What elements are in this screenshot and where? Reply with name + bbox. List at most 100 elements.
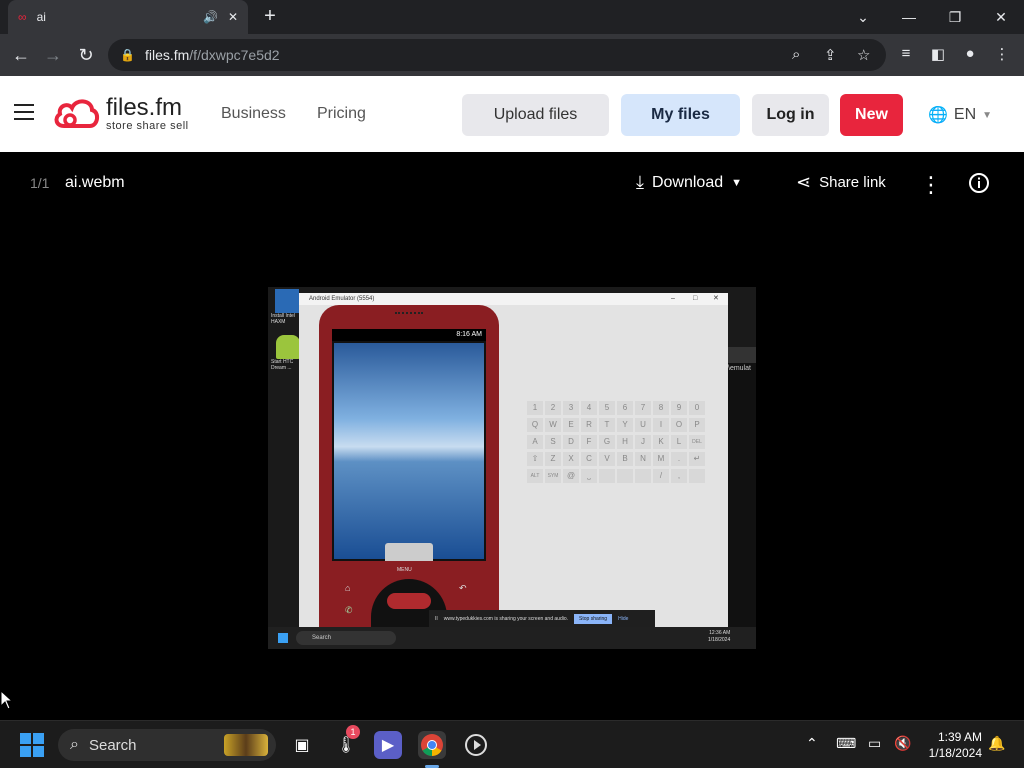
nav-pricing[interactable]: Pricing <box>317 105 366 123</box>
bookmark-star-icon[interactable]: ☆ <box>857 46 870 64</box>
address-bar[interactable]: 🔒 files.fm /f/dxwpc7e5d2 ⌕ ⇪ ☆ <box>108 39 886 71</box>
emu-minimize-icon: – <box>671 295 675 302</box>
mini-start-icon <box>278 633 288 643</box>
close-window-button[interactable]: ✕ <box>978 0 1024 34</box>
hamburger-menu-icon[interactable] <box>14 104 34 122</box>
minimize-button[interactable]: — <box>886 0 932 34</box>
notification-bell-icon[interactable]: 🔔 <box>988 735 1005 752</box>
download-button[interactable]: ⤓ Download ▼ <box>636 172 742 193</box>
emulator-key: B <box>617 452 633 466</box>
tray-chevron-icon[interactable]: ⌃ <box>806 735 818 752</box>
back-arrow-icon: ↶ <box>459 583 467 593</box>
task-view-icon[interactable]: ▣ <box>288 731 316 759</box>
share-link-button[interactable]: ⋖ Share link <box>796 172 886 193</box>
terminal-text: \emulat <box>728 365 751 372</box>
emu-close-icon: ✕ <box>713 295 719 302</box>
emulator-key: ⇧ <box>527 452 543 466</box>
emulator-title: Android Emulator (5554) <box>309 296 375 302</box>
emulator-key: I <box>653 418 669 432</box>
emu-maximize-icon: □ <box>693 295 698 302</box>
share-notice-text: www.typedukkies.com is sharing your scre… <box>443 616 569 622</box>
side-panel-icon[interactable]: ◧ <box>928 45 948 65</box>
teams-meet-icon[interactable]: ▶ <box>374 731 402 759</box>
new-button[interactable]: New <box>840 94 903 136</box>
haxm-desktop-icon <box>275 289 299 313</box>
emulator-key: X <box>563 452 579 466</box>
phone-screen: 8:16 AM <box>332 329 486 561</box>
phone-status-bar: 8:16 AM <box>332 329 486 341</box>
profile-icon[interactable]: ● <box>960 45 980 65</box>
emulator-key: W <box>545 418 561 432</box>
taskbar-search[interactable]: ⌕ Search <box>58 729 276 761</box>
mini-date: 1/18/2024 <box>708 637 731 643</box>
more-options-icon[interactable]: ⋮ <box>920 172 942 198</box>
my-files-button[interactable]: My files <box>621 94 740 136</box>
emulator-key: V <box>599 452 615 466</box>
call-icon: ✆ <box>345 605 353 615</box>
emulator-key: F <box>581 435 597 449</box>
close-tab-icon[interactable]: ✕ <box>228 10 238 24</box>
emulator-key: SYM <box>545 469 561 483</box>
restore-button[interactable]: ❐ <box>932 0 978 34</box>
emulator-key <box>635 469 651 483</box>
emulator-key: 2 <box>545 401 561 415</box>
browser-tab[interactable]: ∞ ai 🔊 ✕ <box>8 0 248 34</box>
emulator-title-bar: Android Emulator (5554) – □ ✕ <box>299 293 728 305</box>
log-in-button[interactable]: Log in <box>752 94 829 136</box>
browser-menu-icon[interactable]: ⋮ <box>992 45 1012 65</box>
emulator-key: N <box>635 452 651 466</box>
emulator-key: R <box>581 418 597 432</box>
speaker-icon[interactable]: 🔊 <box>203 10 218 24</box>
info-icon[interactable] <box>968 172 990 194</box>
android-desktop-icon <box>276 335 300 359</box>
emulator-key: U <box>635 418 651 432</box>
globe-icon: 🌐 <box>928 107 948 124</box>
tab-search-icon[interactable]: ⌄ <box>840 0 886 34</box>
share-page-icon[interactable]: ⇪ <box>824 46 837 64</box>
emulator-key: / <box>653 469 669 483</box>
network-icon[interactable]: ▭ <box>868 735 881 752</box>
emulator-key: O <box>671 418 687 432</box>
file-counter: 1/1 <box>30 175 50 191</box>
widgets-icon[interactable]: 🌡 1 <box>332 725 360 759</box>
emulator-key: K <box>653 435 669 449</box>
site-header: files.fm store share sell Business Prici… <box>0 76 1024 152</box>
filesfm-logo[interactable]: files.fm store share sell <box>52 96 189 132</box>
emulator-key: 8 <box>653 401 669 415</box>
upload-files-button[interactable]: Upload files <box>462 94 609 136</box>
share-icon: ⋖ <box>796 172 812 192</box>
media-player-icon[interactable] <box>462 731 490 759</box>
emulator-key: 1 <box>527 401 543 415</box>
hide-link: Hide <box>618 616 629 622</box>
download-icon: ⤓ <box>636 172 644 192</box>
volume-muted-icon[interactable]: 🔇 <box>894 735 911 752</box>
emulator-key: ⎵ <box>581 469 597 483</box>
zoom-search-icon[interactable]: ⌕ <box>792 46 800 63</box>
forward-button[interactable]: → <box>40 42 66 68</box>
url-path: /f/dxwpc7e5d2 <box>189 47 280 63</box>
media-control-icon[interactable]: ≡ <box>896 45 916 65</box>
windows-start-icon[interactable] <box>20 733 44 757</box>
emulator-key: DEL <box>689 435 705 449</box>
emulator-key: , <box>671 469 687 483</box>
search-icon: ⌕ <box>70 736 79 753</box>
speaker-grille <box>395 312 423 316</box>
browser-toolbar: ← → ↻ 🔒 files.fm /f/dxwpc7e5d2 ⌕ ⇪ ☆ ≡ ◧… <box>0 34 1024 76</box>
back-button[interactable]: ← <box>8 42 34 68</box>
keyboard-icon[interactable]: ⌨ <box>836 735 856 752</box>
video-player[interactable]: Install Intel HAXM Start HTC Dream ... \… <box>268 287 756 649</box>
launcher-tab <box>385 543 433 561</box>
reload-button[interactable]: ↻ <box>73 42 99 68</box>
emulator-key: ALT <box>527 469 543 483</box>
mini-search-label: Search <box>312 635 332 641</box>
taskbar-clock[interactable]: 1:39 AM 1/18/2024 <box>922 729 982 761</box>
file-viewer: 1/1 ai.webm ⤓ Download ▼ ⋖ Share link ⋮ … <box>0 152 1024 720</box>
chrome-icon[interactable] <box>418 731 446 759</box>
emulator-key: 4 <box>581 401 597 415</box>
language-selector[interactable]: 🌐 EN ▼ <box>928 105 992 125</box>
new-tab-button[interactable]: + <box>258 4 282 28</box>
emulator-key: G <box>599 435 615 449</box>
emulator-key: . <box>671 452 687 466</box>
emulator-key <box>599 469 615 483</box>
nav-business[interactable]: Business <box>221 105 286 123</box>
